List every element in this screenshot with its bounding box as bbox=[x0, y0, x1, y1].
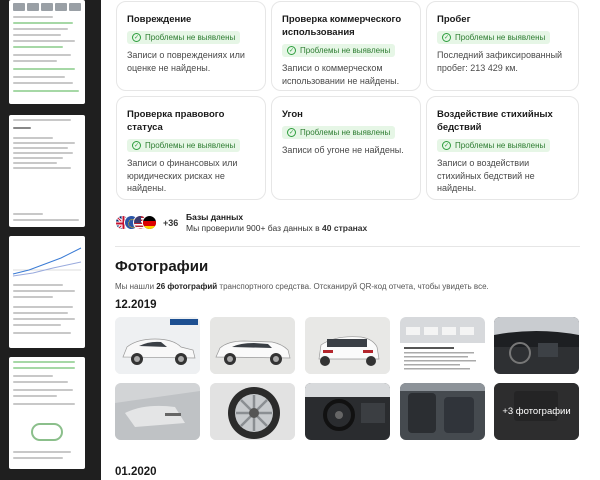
more-photos-tile[interactable]: +3 фотографии bbox=[494, 383, 579, 440]
check-card-natural-disaster: Воздействие стихийных бедствий ✓ Проблемы… bbox=[426, 96, 579, 200]
vehicle-photo[interactable] bbox=[210, 317, 295, 374]
check-text: Записи о воздействии стихийных бедствий … bbox=[437, 158, 535, 193]
vehicle-photo[interactable] bbox=[305, 383, 390, 440]
check-title: Пробег bbox=[437, 14, 471, 25]
check-title: Воздействие стихийных бедствий bbox=[437, 109, 553, 133]
section-divider bbox=[115, 246, 580, 247]
photo-group-date: 12.2019 bbox=[115, 299, 157, 311]
check-icon: ✓ bbox=[132, 33, 141, 42]
check-text: Записи о повреждениях или оценке не найд… bbox=[127, 50, 245, 73]
check-text: Последний зафиксированный пробег: 213 42… bbox=[437, 50, 563, 73]
check-title: Повреждение bbox=[127, 14, 192, 25]
vehicle-photo[interactable] bbox=[494, 317, 579, 374]
vehicle-photo[interactable] bbox=[400, 317, 485, 374]
report-page: Повреждение ✓ Проблемы не выявлены Записи… bbox=[101, 0, 600, 480]
check-card-damage: Повреждение ✓ Проблемы не выявлены Записи… bbox=[116, 1, 266, 91]
photo-group-date: 01.2020 bbox=[115, 466, 157, 478]
check-icon: ✓ bbox=[442, 33, 451, 42]
de-flag-icon bbox=[142, 215, 157, 230]
check-text: Записи о коммерческом использовании не н… bbox=[282, 63, 400, 86]
country-flags bbox=[115, 215, 159, 231]
status-badge: ✓ Проблемы не выявлены bbox=[437, 31, 551, 44]
check-text: Записи о финансовых или юридических риск… bbox=[127, 158, 238, 193]
photos-subtitle: Мы нашли 26 фотографий транспортного сре… bbox=[115, 282, 489, 291]
check-card-legal-status: Проверка правового статуса ✓ Проблемы не … bbox=[116, 96, 266, 200]
status-badge: ✓ Проблемы не выявлены bbox=[127, 31, 241, 44]
check-text: Записи об угоне не найдены. bbox=[282, 145, 404, 155]
page-thumbnails-sidebar bbox=[0, 0, 100, 480]
status-badge: ✓ Проблемы не выявлены bbox=[437, 139, 551, 152]
vehicle-photo[interactable] bbox=[400, 383, 485, 440]
vehicle-photo[interactable] bbox=[210, 383, 295, 440]
photos-heading: Фотографии bbox=[115, 258, 209, 275]
check-card-mileage: Пробег ✓ Проблемы не выявлены Последний з… bbox=[426, 1, 579, 91]
status-badge: ✓ Проблемы не выявлены bbox=[127, 139, 241, 152]
page-thumbnail-2[interactable] bbox=[9, 115, 85, 227]
vehicle-photo[interactable] bbox=[115, 383, 200, 440]
page-thumbnail-3[interactable] bbox=[9, 236, 85, 348]
status-badge: ✓ Проблемы не выявлены bbox=[282, 44, 396, 57]
check-icon: ✓ bbox=[287, 128, 296, 137]
check-icon: ✓ bbox=[442, 141, 451, 150]
check-title: Проверка правового статуса bbox=[127, 109, 225, 133]
check-icon: ✓ bbox=[132, 141, 141, 150]
vehicle-photo[interactable] bbox=[305, 317, 390, 374]
page-thumbnail-4[interactable] bbox=[9, 357, 85, 469]
check-title: Проверка коммерческого использования bbox=[282, 14, 402, 38]
check-title: Угон bbox=[282, 109, 303, 120]
extra-databases-count: +36 bbox=[163, 218, 179, 228]
check-card-theft: Угон ✓ Проблемы не выявлены Записи об уго… bbox=[271, 96, 421, 200]
databases-title: Базы данных bbox=[186, 212, 244, 222]
databases-description: Мы проверили 900+ баз данных в 40 страна… bbox=[186, 223, 368, 233]
check-icon: ✓ bbox=[287, 46, 296, 55]
status-badge: ✓ Проблемы не выявлены bbox=[282, 126, 396, 139]
page-thumbnail-1[interactable] bbox=[9, 0, 85, 104]
check-card-commercial-use: Проверка коммерческого использования ✓ Пр… bbox=[271, 1, 421, 91]
more-photos-label: +3 фотографии bbox=[494, 383, 579, 440]
vehicle-photo[interactable] bbox=[115, 317, 200, 374]
